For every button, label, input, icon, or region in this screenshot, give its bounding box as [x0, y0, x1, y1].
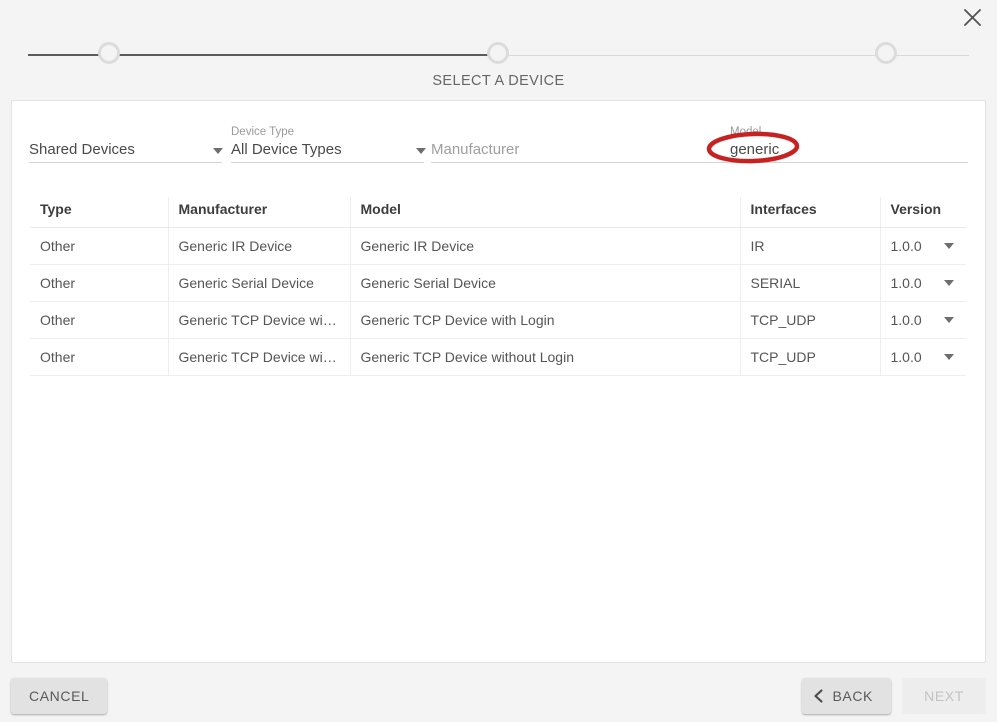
manufacturer-placeholder: Manufacturer: [431, 141, 520, 158]
model-value: generic: [730, 141, 780, 158]
cell-model: Generic IR Device: [350, 227, 741, 265]
column-header-interfaces[interactable]: Interfaces: [740, 197, 881, 228]
cell-model: Generic Serial Device: [350, 264, 741, 302]
cell-interfaces: TCP_UDP: [740, 301, 881, 339]
filter-bar: Shared Devices Device Type All Device Ty…: [12, 101, 985, 171]
stepper-step-3[interactable]: [875, 42, 897, 64]
column-header-model[interactable]: Model: [350, 197, 741, 228]
chevron-down-icon[interactable]: [213, 148, 223, 154]
field-underline: [431, 162, 729, 163]
device-type-value: All Device Types: [231, 141, 342, 158]
field-underline: [231, 162, 424, 163]
cell-type: Other: [30, 338, 169, 376]
table-header-row: Type Manufacturer Model Interfaces Versi…: [30, 197, 966, 228]
version-value: 1.0.0: [890, 349, 922, 365]
chevron-down-icon[interactable]: [944, 280, 954, 286]
chevron-down-icon[interactable]: [944, 317, 954, 323]
column-header-manufacturer[interactable]: Manufacturer: [168, 197, 351, 228]
cell-type: Other: [30, 227, 169, 265]
close-icon: [963, 8, 982, 27]
field-underline: [730, 162, 968, 163]
cell-model: Generic TCP Device without Login: [350, 338, 741, 376]
back-button-label: BACK: [832, 688, 873, 704]
cancel-button-label: CANCEL: [29, 688, 90, 704]
cell-version[interactable]: 1.0.0: [880, 338, 966, 376]
next-button: NEXT: [902, 678, 986, 714]
cancel-button[interactable]: CANCEL: [11, 678, 108, 714]
chevron-down-icon[interactable]: [944, 243, 954, 249]
chevron-left-icon: [814, 689, 824, 703]
cell-interfaces: SERIAL: [740, 264, 881, 302]
cell-model: Generic TCP Device with Login: [350, 301, 741, 339]
cell-manufacturer: Generic Serial Device: [168, 264, 351, 302]
chevron-down-icon[interactable]: [416, 148, 426, 154]
version-value: 1.0.0: [890, 275, 922, 291]
stepper-step-1[interactable]: [98, 42, 120, 64]
column-header-type[interactable]: Type: [30, 197, 169, 228]
version-value: 1.0.0: [890, 238, 922, 254]
version-value: 1.0.0: [890, 312, 922, 328]
page-title: SELECT A DEVICE: [432, 73, 565, 89]
cell-manufacturer: Generic TCP Device with...: [168, 338, 351, 376]
device-results-table: Type Manufacturer Model Interfaces Versi…: [30, 197, 966, 376]
cell-manufacturer: Generic TCP Device with...: [168, 301, 351, 339]
next-button-label: NEXT: [924, 688, 964, 704]
cell-type: Other: [30, 264, 169, 302]
chevron-down-icon[interactable]: [944, 354, 954, 360]
cell-version[interactable]: 1.0.0: [880, 301, 966, 339]
table-row[interactable]: Other Generic IR Device Generic IR Devic…: [30, 227, 966, 265]
table-row[interactable]: Other Generic Serial Device Generic Seri…: [30, 264, 966, 302]
device-type-label: Device Type: [231, 126, 295, 138]
table-row[interactable]: Other Generic TCP Device with... Generic…: [30, 338, 966, 376]
cell-interfaces: TCP_UDP: [740, 338, 881, 376]
scope-select-value: Shared Devices: [29, 141, 135, 158]
column-header-version[interactable]: Version: [880, 197, 966, 228]
stepper-track-remaining: [498, 54, 969, 56]
back-button[interactable]: BACK: [802, 678, 891, 714]
model-label: Model: [730, 126, 762, 138]
cell-manufacturer: Generic IR Device: [168, 227, 351, 265]
cell-type: Other: [30, 301, 169, 339]
device-selection-card: Shared Devices Device Type All Device Ty…: [11, 100, 986, 663]
stepper-step-2[interactable]: [487, 42, 509, 64]
cell-interfaces: IR: [740, 227, 881, 265]
close-dialog-button[interactable]: [957, 2, 987, 32]
field-underline: [29, 162, 222, 163]
cell-version[interactable]: 1.0.0: [880, 227, 966, 265]
wizard-stepper: [28, 42, 969, 68]
table-row[interactable]: Other Generic TCP Device with... Generic…: [30, 301, 966, 339]
cell-version[interactable]: 1.0.0: [880, 264, 966, 302]
